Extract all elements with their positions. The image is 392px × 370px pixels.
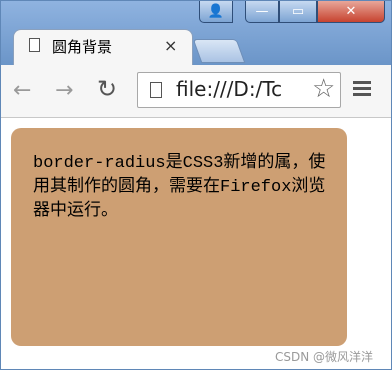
rounded-box: border-radius是CSS3新增的属，使用其制作的圆角，需要在Firef… bbox=[11, 128, 347, 346]
page-icon bbox=[29, 38, 40, 52]
navigation-toolbar: ← → ↻ file:///D:/Tc ☆ bbox=[1, 65, 391, 118]
browser-window: 👤 — ▭ ✕ 圆角背景 × ← → ↻ file:///D:/Tc ☆ bor… bbox=[0, 0, 392, 370]
browser-tab[interactable]: 圆角背景 × bbox=[13, 29, 193, 65]
new-tab-button[interactable] bbox=[192, 39, 246, 63]
forward-arrow-icon[interactable]: → bbox=[55, 78, 73, 103]
watermark: CSDN @微风洋洋 bbox=[275, 350, 374, 364]
minimize-button[interactable]: — bbox=[245, 1, 279, 23]
reload-icon[interactable]: ↻ bbox=[97, 75, 117, 103]
close-window-button[interactable]: ✕ bbox=[317, 1, 385, 23]
user-button[interactable]: 👤 bbox=[199, 1, 233, 23]
menu-icon[interactable] bbox=[353, 81, 371, 99]
bookmark-star-icon[interactable]: ☆ bbox=[310, 74, 338, 104]
back-arrow-icon[interactable]: ← bbox=[13, 78, 31, 103]
box-text: border-radius是CSS3新增的属，使用其制作的圆角，需要在Firef… bbox=[33, 154, 326, 221]
page-icon bbox=[150, 82, 162, 98]
address-bar[interactable]: file:///D:/Tc ☆ bbox=[137, 72, 341, 108]
url-text[interactable]: file:///D:/Tc bbox=[176, 77, 282, 101]
maximize-button[interactable]: ▭ bbox=[279, 1, 317, 23]
tab-title: 圆角背景 bbox=[52, 38, 113, 56]
title-bar: 👤 — ▭ ✕ 圆角背景 × bbox=[1, 1, 391, 65]
tab-close-icon[interactable]: × bbox=[164, 36, 177, 55]
